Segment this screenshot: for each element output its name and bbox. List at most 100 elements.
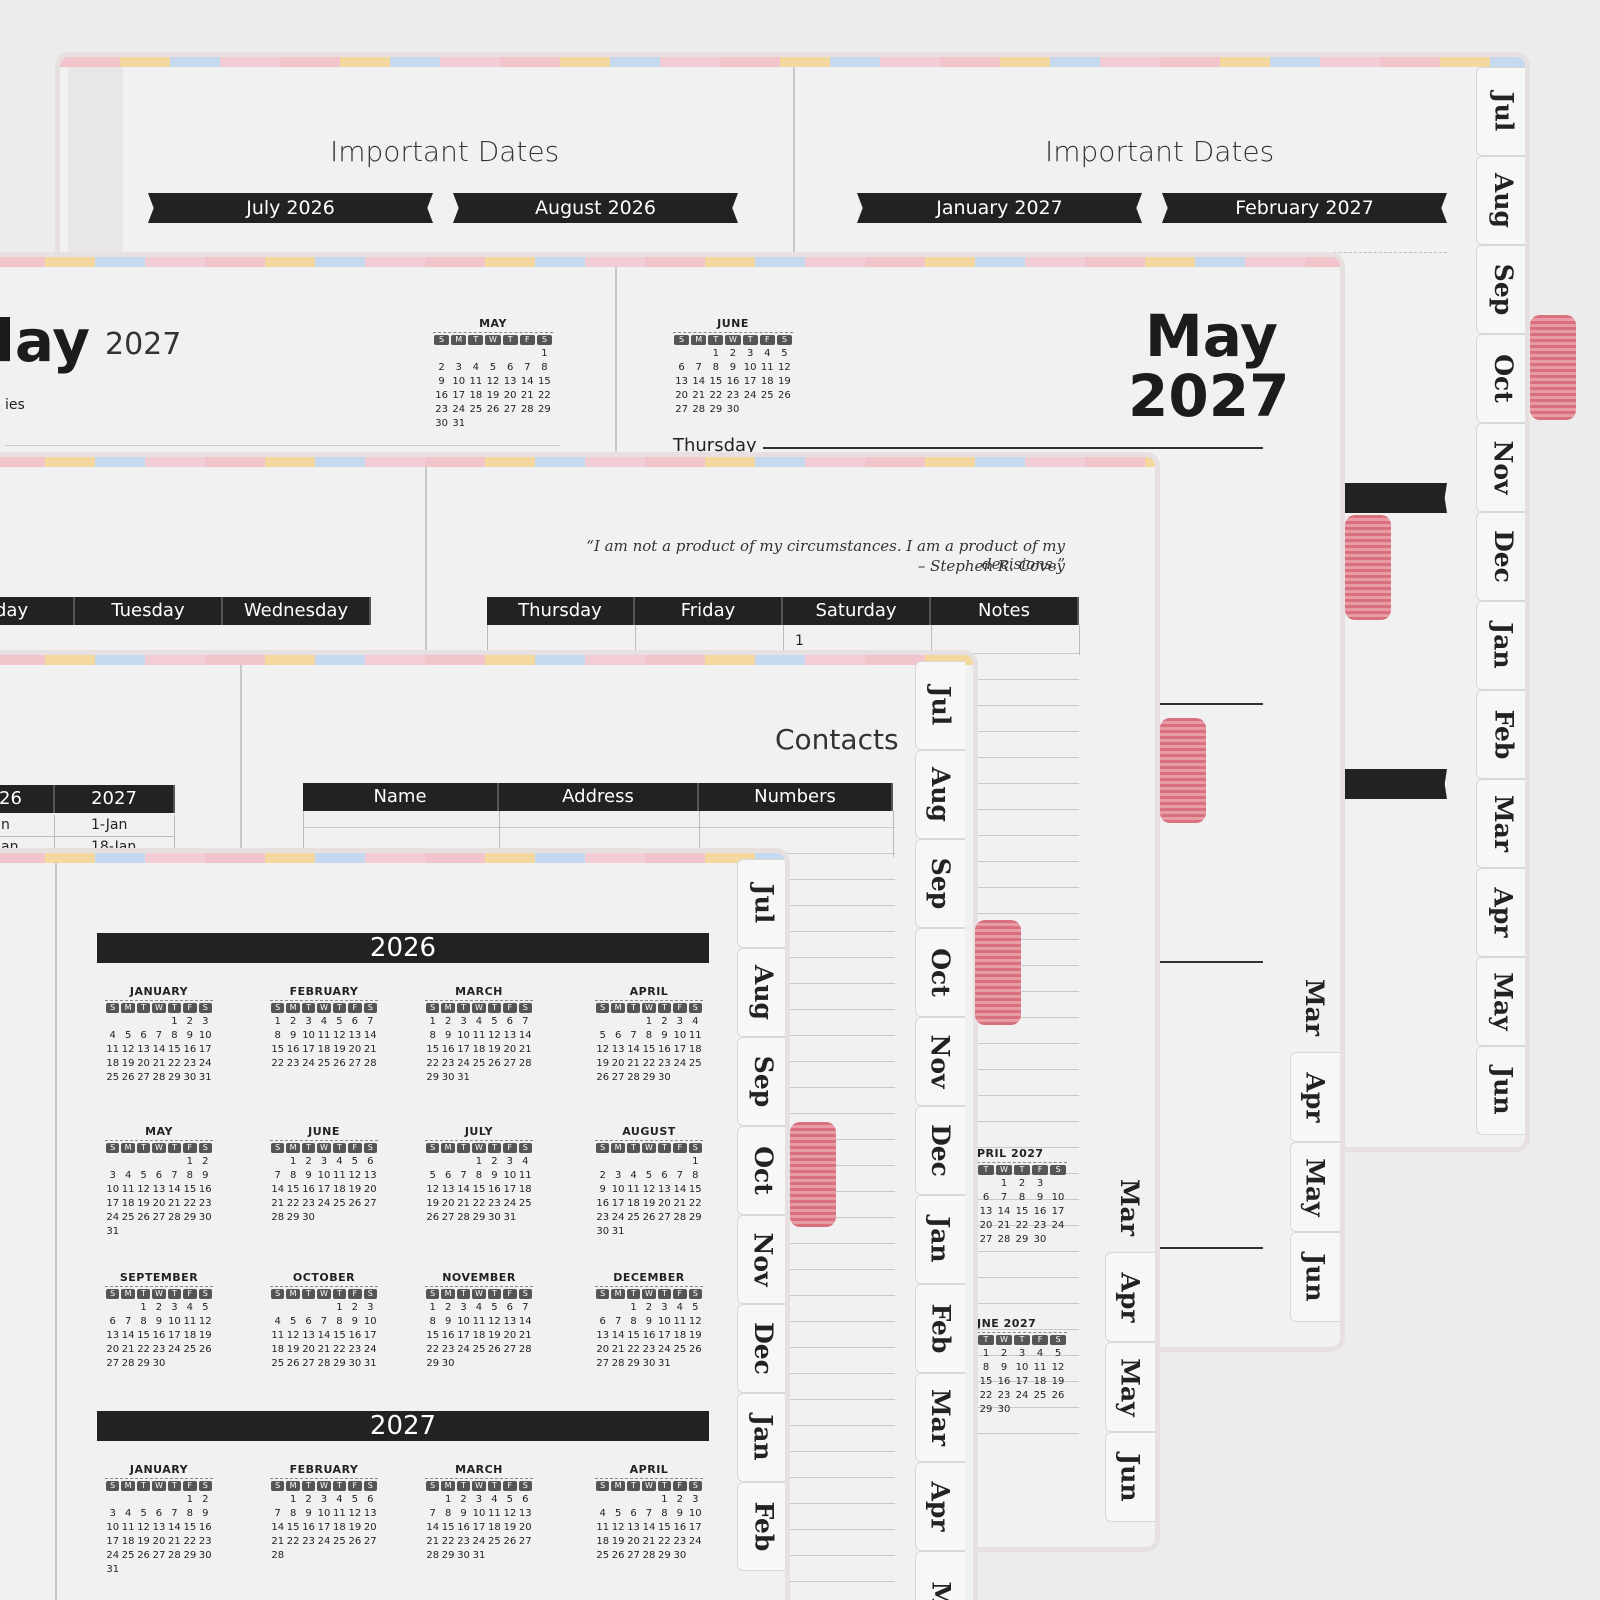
tab-jan[interactable]: Jan <box>915 1195 965 1284</box>
week-row: 16 17 18 19 20 21 22 <box>435 390 551 401</box>
month-calendar-march: MARCH S M T W T F S 1 2 3 4 5 6 7 8 9 10 11 12 13 14 15 16 17 18 1… <box>425 985 533 1083</box>
tab-feb[interactable]: Feb <box>737 1482 785 1571</box>
week-row: 21 22 23 24 25 26 27 <box>426 1536 532 1547</box>
weekday-header: SMTWTFS <box>595 1140 703 1153</box>
weekday-header: SMTWTFS <box>425 1286 533 1299</box>
tab-jan[interactable]: Jan <box>737 1393 785 1482</box>
tab-aug[interactable]: Aug <box>1476 156 1525 245</box>
month-calendar-january: JANUARY S M T W T F S 1 2 3 4 5 6 7 8 9 10 11 12 13 14 15 16 17 1… <box>105 1463 213 1575</box>
tab-sep[interactable]: Sep <box>737 1037 785 1126</box>
tab-nov[interactable]: Nov <box>1476 423 1525 512</box>
week-row: 12345 <box>712 348 788 359</box>
header-saturday: Saturday <box>783 597 931 625</box>
month-calendar-may: MAY S M T W T F S 1 2 3 4 5 6 7 8 9 10 11 12 13 14 15 16 17 18 19 2… <box>105 1125 213 1237</box>
week-row: 27 28 29 30 <box>979 1234 1047 1245</box>
tab-dec[interactable]: Dec <box>915 1106 965 1195</box>
month-calendar-august: AUGUST S M T W T F S 1 2 3 4 5 6 7 8 9 10 11 12 13 14 15 16 17 18… <box>595 1125 703 1237</box>
week-row: 1 <box>692 1156 699 1167</box>
tab-mar[interactable]: Mar <box>915 1373 965 1462</box>
header-wednesday: Wednesday <box>223 597 371 625</box>
week-row: 4 5 6 7 8 9 10 <box>274 1316 377 1327</box>
week-row: 13 14 15 16 17 <box>979 1206 1065 1217</box>
tab-jun[interactable]: Jun <box>1105 1432 1155 1522</box>
weekday-header: SMTWTFS <box>425 1478 533 1491</box>
tab-oct[interactable]: Oct <box>915 928 965 1017</box>
saturday-date: 1 <box>795 633 804 649</box>
tab-mar[interactable]: Mar <box>1476 779 1525 868</box>
tab-m[interactable]: M <box>915 1551 965 1600</box>
week-row: 12345 <box>982 1348 1062 1359</box>
week-row: 28 <box>271 1550 285 1561</box>
ribbon-blank <box>1330 483 1447 513</box>
tab-jul[interactable]: Jul <box>1476 67 1525 156</box>
tab-dec[interactable]: Dec <box>737 1304 785 1393</box>
week-row: 29 30 <box>426 1358 455 1369</box>
week-row: 23 24 25 26 27 28 29 <box>596 1212 702 1223</box>
tab-feb[interactable]: Feb <box>915 1284 965 1373</box>
week-row: 12 13 14 15 16 17 18 <box>596 1044 702 1055</box>
weekday-header: SMTWTFS <box>270 1000 378 1013</box>
week-row: 3456789 <box>109 1508 209 1519</box>
tab-may[interactable]: May <box>1476 957 1525 1046</box>
tab-jun[interactable]: Jun <box>1290 1232 1340 1322</box>
tab-jan[interactable]: Jan <box>1476 601 1525 690</box>
tab-nov[interactable]: Nov <box>737 1215 785 1304</box>
week-row: 13 14 15 16 17 18 19 <box>106 1330 212 1341</box>
week-row: 8 9 10 11 12 13 14 <box>274 1030 377 1041</box>
tab-aug[interactable]: Aug <box>737 948 785 1037</box>
tab-jul[interactable]: Jul <box>737 859 785 948</box>
elastic-band <box>1160 718 1206 823</box>
week-row: 6 7 8 9 10 11 12 <box>599 1316 702 1327</box>
planner-layer-year-calendar: 2026 JANUARY S M T W T F S 1 2 3 4 5 6 7 8 9 10 11 12 13 14 15… <box>0 848 790 1600</box>
weekday-header: SMTWTFS <box>595 1000 703 1013</box>
week-row: 6 7 8 9 10 <box>982 1192 1065 1203</box>
tab-mar[interactable]: Mar <box>1105 1162 1155 1252</box>
weekday-header: TWTFS <box>977 1332 1067 1345</box>
tab-may[interactable]: May <box>1290 1142 1340 1232</box>
month-calendar-march: MARCH S M T W T F S 1 2 3 4 5 6 7 8 9 10 11 12 13 14 15 16 17 18 1… <box>425 1463 533 1561</box>
month-tabs: Jul Aug Sep Oct Nov Dec Jan Feb Mar Apr … <box>1476 67 1525 1135</box>
month-calendar-november: NOVEMBER S M T W T F S 1 2 3 4 5 6 7 8 9 10 11 12 13 14 15 16 17… <box>425 1271 533 1369</box>
ribbon-blank <box>1330 769 1447 799</box>
tab-nov[interactable]: Nov <box>915 1017 965 1106</box>
tab-dec[interactable]: Dec <box>1476 512 1525 601</box>
week-row: 8 9 10 11 12 13 14 <box>429 1030 532 1041</box>
tab-apr[interactable]: Apr <box>1290 1052 1340 1142</box>
elastic-band <box>1345 515 1391 620</box>
week-row: 15 16 17 18 19 20 21 <box>426 1330 532 1341</box>
tab-apr[interactable]: Apr <box>1476 868 1525 957</box>
tab-may[interactable]: May <box>1105 1342 1155 1432</box>
week-row: 1234 <box>645 1016 699 1027</box>
weeks: 1 2 3 4 5 6 7 8 9 10 11 12 13 14 15 16 17 18 19 20 21 22 23 24 2… <box>433 347 553 431</box>
week-row: 16 17 18 19 20 21 22 <box>596 1198 702 1209</box>
tab-oct[interactable]: Oct <box>1476 334 1525 423</box>
week-row: 7 8 9 10 11 12 13 <box>274 1508 377 1519</box>
month-tabs: Jul Aug Sep Oct Nov Dec Jan Feb <box>737 859 785 1571</box>
week-row: 7 8 9 10 11 12 13 <box>274 1170 377 1181</box>
weekday-header-left: day Tuesday Wednesday <box>0 597 371 625</box>
tab-sep[interactable]: Sep <box>915 839 965 928</box>
important-dates-title-left: Important Dates <box>330 135 560 168</box>
week-row: 15 16 17 18 19 20 21 <box>426 1044 532 1055</box>
mini-calendar-may: MAY SMTWTFS 1 2 3 4 5 6 7 8 9 10 11 12 13 14 15 16 17 18 1… <box>433 317 553 431</box>
mini-calendar-april: PRIL 2027 TWTFS 1 2 3 6 7 8 9 10 13 14 15 16 17 20 21 2… <box>977 1147 1067 1247</box>
tab-aug[interactable]: Aug <box>915 750 965 839</box>
tab-apr[interactable]: Apr <box>1105 1252 1155 1342</box>
tab-feb[interactable]: Feb <box>1476 690 1525 779</box>
tab-jun[interactable]: Jun <box>1476 1046 1525 1135</box>
week-row: 123456 <box>289 1156 374 1167</box>
tab-oct[interactable]: Oct <box>737 1126 785 1215</box>
tab-apr[interactable]: Apr <box>915 1462 965 1551</box>
holiday-header: 26 2027 <box>0 785 175 813</box>
tab-jul[interactable]: Jul <box>915 661 965 750</box>
week-row: 14 15 16 17 18 19 20 <box>271 1522 377 1533</box>
header-friday: Friday <box>635 597 783 625</box>
tab-sep[interactable]: Sep <box>1476 245 1525 334</box>
month-calendar-april: APRIL S M T W T F S 1 2 3 4 5 6 7 8 9 10 11 12 13 14 15 16 17 18 1… <box>595 985 703 1083</box>
weekday-header: SMTWTFS <box>270 1286 378 1299</box>
cell-divider <box>1079 625 1080 655</box>
tab-mar[interactable]: Mar <box>1290 962 1340 1052</box>
year-title: 2027 <box>1128 362 1290 430</box>
week-row: 15 16 17 18 19 <box>979 1376 1065 1387</box>
weekday-header: SMTWTFS <box>595 1478 703 1491</box>
